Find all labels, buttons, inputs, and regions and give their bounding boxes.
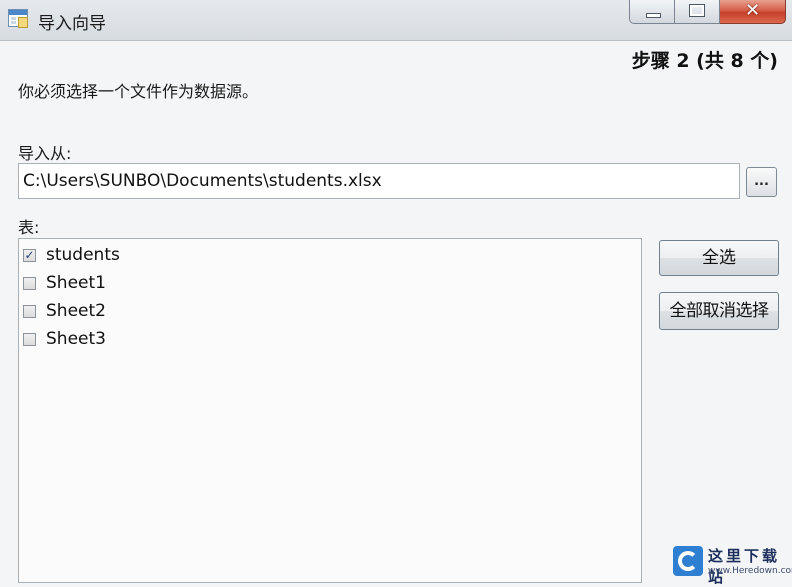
list-item-sheet2[interactable]: Sheet2 — [23, 298, 106, 324]
checkbox-icon[interactable] — [23, 276, 36, 290]
list-item-sheet1[interactable]: Sheet1 — [23, 270, 106, 296]
minimize-icon — [646, 13, 661, 18]
checkbox-icon[interactable] — [23, 304, 36, 318]
list-item-label: Sheet2 — [46, 301, 106, 321]
list-item-label: Sheet3 — [46, 329, 106, 349]
import-wizard-icon — [8, 9, 28, 28]
import-from-label: 导入从: — [18, 144, 72, 163]
maximize-button[interactable] — [675, 0, 720, 24]
heredown-logo-icon — [673, 546, 703, 576]
window-title: 导入向导 — [38, 14, 106, 34]
title-bar[interactable]: 导入向导 ✕ — [0, 0, 792, 41]
list-item-label: Sheet1 — [46, 273, 106, 293]
import-wizard-window: 导入向导 ✕ 步骤 2 (共 8 个) 你必须选择一个文件作为数据源。 导入从:… — [0, 0, 792, 586]
select-all-button[interactable]: 全选 — [659, 240, 779, 276]
list-item-label: students — [46, 245, 120, 265]
watermark-url: www.Heredown.com — [708, 566, 792, 576]
instruction-text: 你必须选择一个文件作为数据源。 — [18, 82, 259, 101]
checkbox-icon[interactable] — [23, 332, 36, 346]
close-icon: ✕ — [744, 0, 761, 21]
table-listbox[interactable]: ✓ students Sheet1 Sheet2 Sheet3 — [18, 238, 642, 583]
table-label: 表: — [18, 218, 40, 237]
step-indicator: 步骤 2 (共 8 个) — [631, 50, 778, 72]
deselect-all-button[interactable]: 全部取消选择 — [659, 292, 779, 330]
list-item-students[interactable]: ✓ students — [23, 242, 120, 268]
file-path-input[interactable] — [18, 163, 740, 199]
maximize-icon — [689, 4, 705, 17]
close-button[interactable]: ✕ — [720, 0, 786, 24]
browse-button[interactable]: ... — [746, 167, 777, 197]
minimize-button[interactable] — [629, 0, 675, 24]
checkbox-icon[interactable]: ✓ — [23, 248, 36, 262]
list-item-sheet3[interactable]: Sheet3 — [23, 326, 106, 352]
